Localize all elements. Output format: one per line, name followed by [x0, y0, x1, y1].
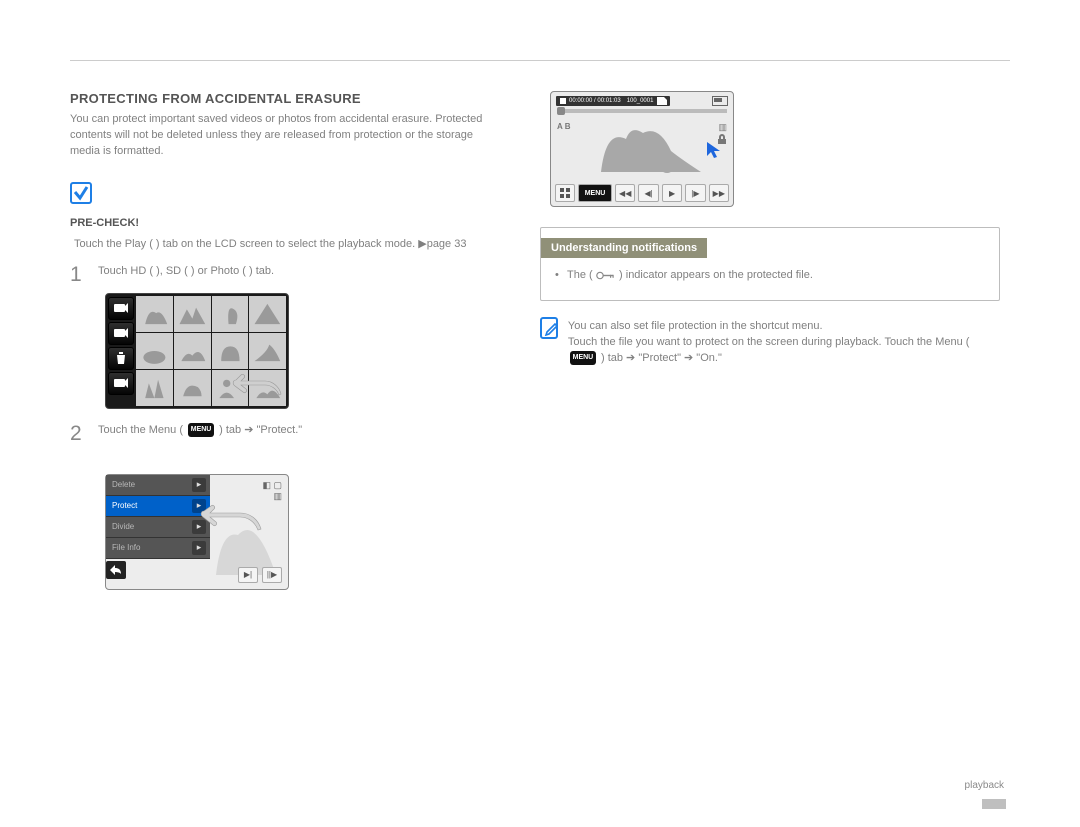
card-icon [657, 97, 667, 105]
mode-icon: ▥ [717, 122, 727, 134]
notifications-header: Understanding notifications [541, 238, 707, 258]
notifications-text: The ( ) indicator appears on the protect… [567, 268, 813, 284]
pencil-note-icon [540, 317, 558, 339]
play-button[interactable]: ▶ [662, 184, 682, 202]
sidebar-delete-button[interactable] [108, 347, 134, 370]
step-2-text: Touch the Menu ( MENU ) tab ➔ "Protect." [98, 423, 302, 438]
menu-button[interactable]: MENU [578, 184, 612, 202]
thumbnail-cell[interactable] [136, 333, 173, 369]
ab-repeat-label: A B [557, 122, 570, 131]
step-2-number: 2 [70, 423, 98, 444]
menu-delete[interactable]: Delete▸ [106, 475, 210, 496]
fast-fwd-button[interactable]: ▶▶ [709, 184, 729, 202]
menu-badge-icon: MENU [570, 351, 596, 365]
frame-back-button[interactable]: ◀| [638, 184, 658, 202]
playback-screen: 00:00:00 / 00:01:03 100_0001 A B ▥ [550, 91, 734, 207]
thumbnail-view-button[interactable] [555, 184, 575, 202]
progress-thumb[interactable] [557, 107, 565, 115]
osd-timecode: 00:00:00 / 00:01:03 [569, 98, 621, 104]
playback-silhouette [571, 107, 711, 182]
sidenote-text: You can also set file protection in the … [568, 319, 1000, 367]
playback-pause-button[interactable]: ||▶ [262, 567, 282, 583]
footer-topic: playback [965, 780, 1004, 791]
precheck-label: PRE-CHECK! [70, 217, 139, 229]
step-1-text: Touch HD ( ), SD ( ) or Photo ( ) tab. [98, 264, 274, 279]
thumbnail-cell[interactable] [174, 296, 211, 332]
thumbnail-screen [105, 293, 289, 409]
thumbnail-cell[interactable] [174, 333, 211, 369]
precheck-text: Touch the Play ( ) tab on the LCD screen… [74, 237, 466, 250]
frame-fwd-button[interactable]: |▶ [685, 184, 705, 202]
battery-mode-icons: ◧ ▢▥ [262, 480, 282, 502]
thumbnail-cell[interactable] [136, 296, 173, 332]
step-1-number: 1 [70, 264, 98, 285]
top-divider [70, 60, 1010, 61]
tap-finger-icon [192, 499, 262, 560]
record-mode-icon [559, 97, 567, 105]
thumbnail-cell[interactable] [212, 333, 249, 369]
notifications-box: Understanding notifications • The ( ) in… [540, 227, 1000, 301]
menu-back-button[interactable] [106, 561, 126, 579]
intro-paragraph: You can protect important saved videos o… [70, 112, 500, 160]
rewind-button[interactable]: ◀◀ [615, 184, 635, 202]
thumbnail-cell[interactable] [249, 296, 286, 332]
thumbnail-cell[interactable] [249, 333, 286, 369]
playback-step-fwd-button[interactable]: ▶| [238, 567, 258, 583]
menu-screen: ◧ ▢▥ Delete▸ Protect▸ Divide▸ File Info▸… [105, 474, 289, 590]
thumbnail-cell[interactable] [212, 296, 249, 332]
menu-badge-icon: MENU [188, 423, 214, 437]
section-title: PROTECTING FROM ACCIDENTAL ERASURE [70, 91, 500, 106]
chevron-right-icon: ▸ [192, 478, 206, 492]
thumbnail-cell[interactable] [136, 370, 173, 406]
tap-finger-icon [226, 370, 282, 419]
footer-page-block [982, 799, 1006, 809]
key-icon [596, 270, 619, 281]
bullet-dot: • [555, 268, 567, 284]
sidebar-sd-button[interactable] [108, 322, 134, 345]
sidebar-record-button[interactable] [108, 372, 134, 395]
sidebar-hd-button[interactable] [108, 297, 134, 320]
thumbnail-cell[interactable] [174, 370, 211, 406]
precheck-icon [70, 182, 92, 204]
osd-counter: 100_0001 [627, 98, 654, 104]
battery-icon [712, 96, 728, 106]
